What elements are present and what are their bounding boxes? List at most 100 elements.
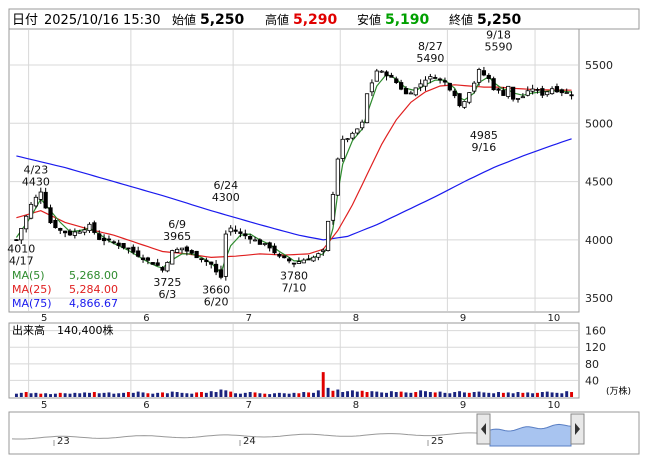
volume-x-tick: 6: [143, 400, 149, 411]
volume-bar: [365, 392, 369, 397]
volume-bar: [443, 392, 447, 397]
candle-body: [116, 242, 121, 246]
volume-bar: [238, 393, 242, 397]
candle-body: [481, 70, 487, 76]
candle-body: [33, 196, 39, 207]
header-bar: 日付 2025/10/16 15:30 始値 5,250 高値 5,290 安値…: [8, 8, 640, 30]
candle-body: [155, 262, 160, 266]
volume-bar: [19, 392, 23, 397]
overview-right-handle[interactable]: [570, 413, 585, 445]
volume-x-tick: 7: [246, 400, 252, 411]
volume-bar: [204, 392, 208, 397]
volume-bar: [292, 392, 296, 397]
volume-bar: [277, 392, 281, 397]
candle-body: [223, 233, 228, 277]
candle-body: [496, 88, 501, 91]
volume-bar: [58, 392, 62, 397]
candle-body: [520, 96, 525, 99]
volume-bar: [506, 392, 510, 397]
candle-body: [92, 222, 97, 233]
candle-body: [549, 88, 555, 95]
candle-body: [179, 247, 185, 251]
volume-bar: [117, 393, 121, 397]
volume-x-tick: 9: [460, 400, 466, 411]
volume-bar: [185, 393, 189, 397]
volume-bar: [550, 392, 554, 397]
annotation-value: 4/17: [9, 255, 34, 268]
candle-body: [442, 80, 448, 83]
candle-body: [301, 259, 306, 264]
volume-bar: [511, 393, 515, 397]
volume-bar: [24, 392, 28, 397]
price-x-tick: 7: [246, 313, 252, 324]
candle-body: [63, 230, 68, 234]
candle-body: [238, 231, 243, 234]
candle-body: [428, 76, 433, 80]
high-value: 5,290: [293, 12, 338, 28]
legend-value: 5,284.00: [69, 283, 118, 296]
volume-bar: [49, 394, 52, 397]
annotation-value: 7/10: [282, 282, 307, 295]
candle-body: [355, 128, 360, 134]
volume-bar: [102, 392, 106, 397]
volume-bar: [107, 392, 111, 397]
candle-body: [311, 256, 316, 262]
open-label: 始値: [172, 12, 196, 27]
candle-body: [394, 78, 399, 83]
candle-body: [48, 207, 53, 224]
candle-body: [452, 90, 457, 97]
candle-body: [511, 86, 516, 100]
candle-body: [218, 269, 224, 278]
overview-panel[interactable]: 23 24 25: [8, 411, 640, 455]
volume-bar: [360, 390, 364, 397]
volume-bar: [424, 391, 427, 397]
volume-bar: [136, 391, 140, 397]
candle-body: [252, 239, 258, 242]
volume-bar: [287, 393, 291, 397]
candle-body: [165, 261, 170, 272]
candle-body: [330, 194, 336, 221]
volume-bar: [34, 392, 38, 397]
volume-bar: [526, 392, 530, 397]
volume-bar: [53, 393, 57, 397]
volume-bar: [297, 393, 301, 397]
candle-body: [287, 258, 292, 262]
volume-bar: [404, 392, 408, 397]
candle-body: [530, 88, 535, 92]
close-value: 5,250: [477, 12, 522, 28]
overview-left-handle[interactable]: [476, 413, 491, 445]
annotation-value: 6/3: [159, 288, 177, 301]
volume-bar: [438, 391, 442, 397]
candle-body: [379, 70, 384, 73]
volume-bar: [39, 393, 43, 397]
volume-bar: [29, 393, 33, 397]
volume-bar: [273, 393, 276, 397]
volume-bar: [243, 392, 247, 397]
candle-body: [501, 90, 506, 96]
candle-body: [423, 79, 428, 87]
legend-name: MA(5): [12, 269, 45, 282]
volume-bar: [540, 392, 544, 397]
volume-bar: [14, 393, 18, 397]
candle-body: [506, 85, 511, 97]
volume-bar: [68, 393, 72, 397]
volume-bar: [63, 393, 67, 397]
candle-body: [77, 231, 82, 234]
candle-body: [267, 242, 272, 249]
volume-bar: [350, 390, 354, 397]
volume-bar: [462, 392, 466, 397]
legend-name: MA(75): [12, 297, 52, 310]
price-panel: 35004000450050005500 4/23443040104/176/9…: [7, 28, 613, 313]
candle-body: [106, 238, 112, 241]
candle-body: [199, 258, 204, 261]
candle-body: [257, 239, 263, 245]
candle-body: [97, 233, 102, 240]
annotation-value: 3965: [163, 230, 191, 243]
candle-body: [540, 88, 545, 96]
volume-title: 出来高: [12, 323, 45, 337]
volume-bar: [258, 393, 262, 397]
volume-bar: [97, 393, 101, 397]
price-x-tick: 8: [353, 313, 359, 324]
price-y-tick: 5000: [585, 117, 613, 130]
candle-body: [408, 92, 413, 95]
